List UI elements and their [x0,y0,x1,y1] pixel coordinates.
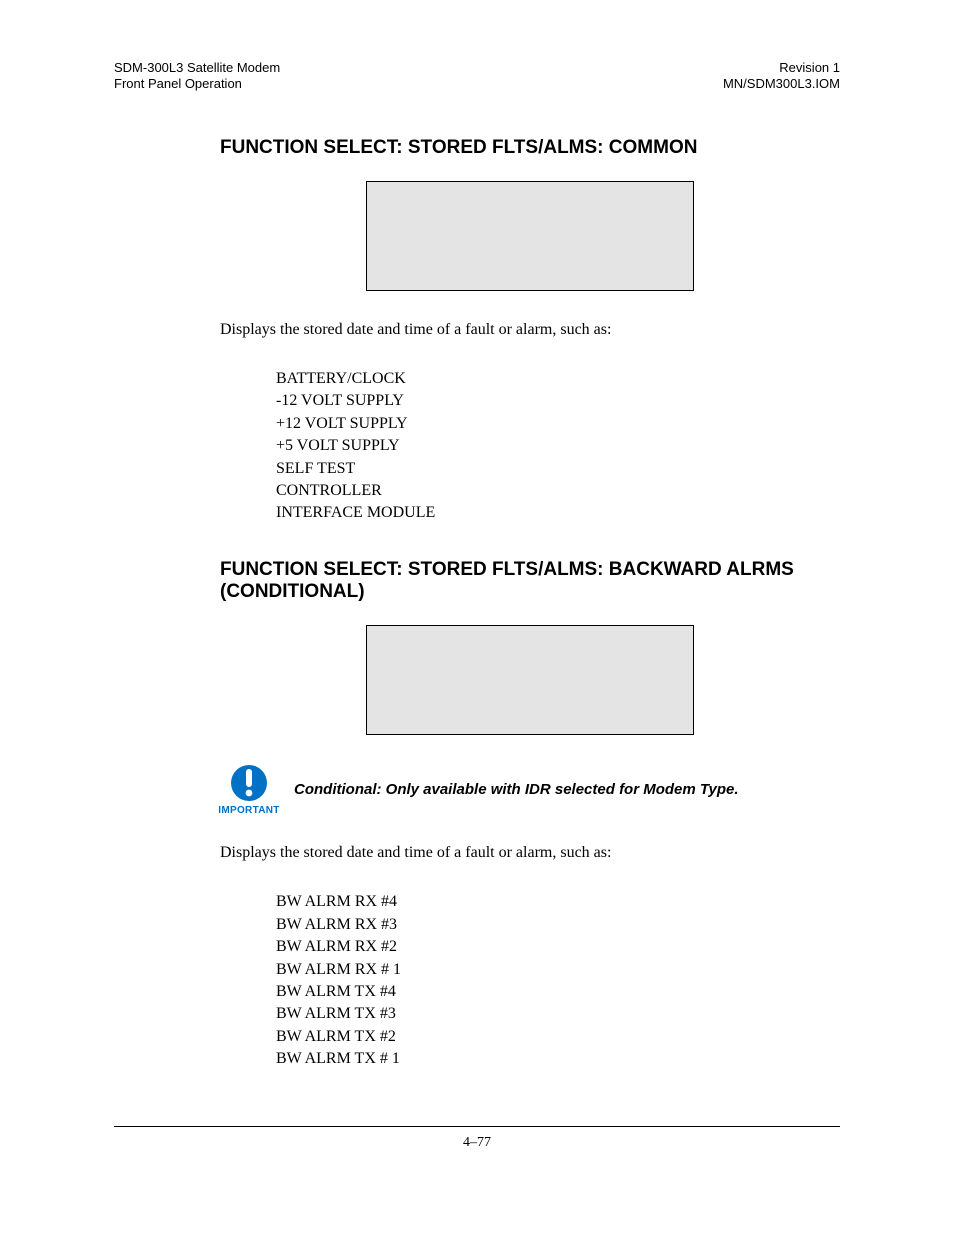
list-item: BW ALRM RX #4 [276,891,840,913]
list-item: BW ALRM RX # 1 [276,959,840,981]
page-footer: 4–77 [114,1126,840,1151]
list-item: CONTROLLER [276,480,840,502]
list-item: +5 VOLT SUPPLY [276,435,840,457]
lcd-placeholder [366,625,694,735]
important-text: Conditional: Only available with IDR sel… [294,781,739,798]
running-header: SDM-300L3 Satellite Modem Front Panel Op… [114,60,840,93]
list-item: BW ALRM RX #3 [276,914,840,936]
section2-list: BW ALRM RX #4 BW ALRM RX #3 BW ALRM RX #… [276,891,840,1070]
list-item: SELF TEST [276,458,840,480]
section2-intro: Displays the stored date and time of a f… [220,842,840,864]
header-left-line2: Front Panel Operation [114,76,280,92]
list-item: +12 VOLT SUPPLY [276,413,840,435]
important-icon: IMPORTANT [220,763,278,816]
list-item: -12 VOLT SUPPLY [276,390,840,412]
list-item: BW ALRM TX #2 [276,1026,840,1048]
section-heading-common: FUNCTION SELECT: STORED FLTS/ALMS: COMMO… [220,137,840,159]
list-item: BW ALRM TX # 1 [276,1048,840,1070]
list-item: BW ALRM TX #4 [276,981,840,1003]
footer-rule [114,1126,840,1127]
list-item: INTERFACE MODULE [276,502,840,524]
header-left-line1: SDM-300L3 Satellite Modem [114,60,280,76]
lcd-placeholder [366,181,694,291]
section-heading-backward-alrms: FUNCTION SELECT: STORED FLTS/ALMS: BACKW… [220,559,840,603]
section1-list: BATTERY/CLOCK -12 VOLT SUPPLY +12 VOLT S… [276,368,840,525]
header-right-line2: MN/SDM300L3.IOM [723,76,840,92]
important-caption: IMPORTANT [218,805,279,816]
section1-intro: Displays the stored date and time of a f… [220,319,840,341]
list-item: BATTERY/CLOCK [276,368,840,390]
header-right-line1: Revision 1 [723,60,840,76]
page-number: 4–77 [114,1135,840,1151]
list-item: BW ALRM TX #3 [276,1003,840,1025]
important-note: IMPORTANT Conditional: Only available wi… [220,763,840,816]
list-item: BW ALRM RX #2 [276,936,840,958]
